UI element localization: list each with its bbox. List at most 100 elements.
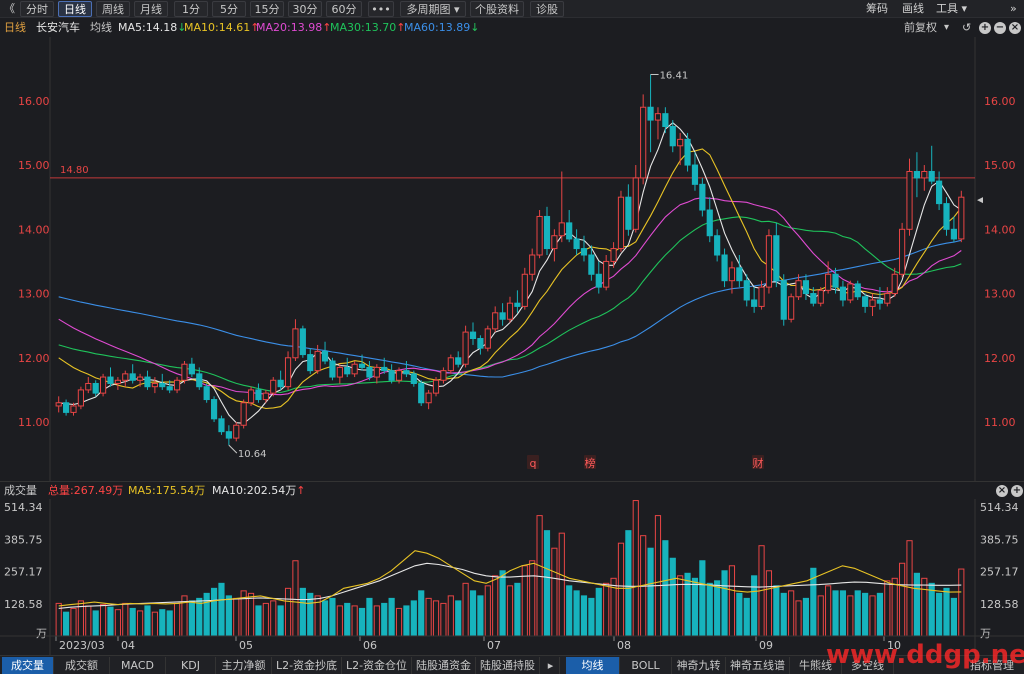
candle-body [817, 289, 824, 304]
zoom-in-icon[interactable]: + [979, 22, 991, 34]
diagnose-button[interactable]: 诊股 [530, 1, 564, 17]
candle-body [958, 196, 965, 240]
zoom-out-icon[interactable]: − [994, 22, 1006, 34]
indicator-manage-button[interactable]: 指标管理 [962, 657, 1022, 674]
volume-bar [247, 592, 255, 637]
period-tab-1min[interactable]: 1分 [174, 1, 208, 17]
volume-bar [573, 590, 580, 637]
volume-bar [418, 590, 425, 637]
event-marker: 财 [753, 456, 764, 470]
event-marker: q [530, 457, 537, 470]
volume-bar [351, 605, 358, 637]
period-tab-30min[interactable]: 30分 [288, 1, 322, 17]
volume-bar [321, 600, 329, 637]
date-label: 07 [487, 639, 501, 652]
chips-button[interactable]: 筹码 [866, 1, 888, 17]
tab-hk-connect-fund[interactable]: 陆股通资金 [412, 657, 476, 674]
candle-body [469, 331, 477, 340]
price-chart[interactable]: 16.00 16.00 15.00 15.00 14.00 14.00 13.00 13.00… [0, 37, 1024, 481]
volume-bar [425, 597, 432, 637]
adjust-dropdown-icon[interactable]: ▾ [944, 19, 949, 37]
volume-tick-left: 385.75 [4, 533, 43, 546]
date-label: 08 [617, 639, 631, 652]
undo-icon[interactable]: ↺ [962, 19, 971, 37]
period-tab-weekly[interactable]: 周线 [96, 1, 130, 17]
period-tab-daily[interactable]: 日线 [58, 1, 92, 17]
more-periods-button[interactable]: ••• [368, 1, 394, 17]
tab-l2-bottom[interactable]: L2-资金抄底 [272, 657, 342, 674]
close-indicator-icon[interactable]: × [1009, 22, 1021, 34]
tab-turnover[interactable]: 成交额 [54, 657, 110, 674]
date-label: 04 [121, 639, 135, 652]
candle-body [506, 302, 514, 320]
draw-line-button[interactable]: 画线 [902, 1, 924, 17]
back-icon[interactable]: 《 [4, 1, 15, 17]
tab-long-short[interactable]: 多空线 [842, 657, 894, 674]
volume-chart[interactable]: 514.34 514.34 385.75 385.75 257.17 257.17 128.… [0, 499, 1024, 655]
ma-type-label[interactable]: 均线 [90, 19, 112, 37]
candle-body [832, 273, 839, 288]
tab-l2-position[interactable]: L2-资金仓位 [342, 657, 412, 674]
volume-bar [691, 577, 699, 637]
tab-five-line[interactable]: 神奇五线谱 [726, 657, 790, 674]
candle-body [107, 376, 114, 384]
volume-bar [455, 600, 462, 637]
collapse-icon[interactable]: » [1010, 1, 1017, 17]
volume-unit-left: 万 [36, 627, 47, 640]
volume-bar [292, 560, 299, 637]
candle-body [795, 280, 802, 298]
volume-bar [906, 540, 913, 637]
candle-body [847, 283, 854, 301]
volume-bar [210, 587, 218, 637]
add-indicator-icon[interactable]: + [1011, 485, 1023, 497]
volume-bar [751, 575, 758, 637]
candle-body [77, 389, 84, 407]
period-tab-5min[interactable]: 5分 [212, 1, 246, 17]
indicator-header: 日线 长安汽车 均线 MA5:14.18↓ MA10:14.61↑ MA20:1… [0, 19, 1024, 37]
volume-bar [440, 602, 447, 637]
candle-body [899, 228, 906, 275]
tools-button[interactable]: 工具 ▾ [936, 1, 967, 17]
tab-boll[interactable]: BOLL [620, 657, 672, 674]
period-tab-monthly[interactable]: 月线 [134, 1, 168, 17]
candle-body [366, 366, 373, 378]
candle-body [55, 402, 62, 407]
volume-bar [373, 605, 380, 637]
low-price-label: 10.64 [238, 449, 267, 460]
candle-body [159, 382, 166, 388]
tab-ma[interactable]: 均线 [566, 657, 620, 674]
volume-bar [706, 582, 713, 637]
tab-nine-turn[interactable]: 神奇九转 [672, 657, 726, 674]
tab-macd[interactable]: MACD [110, 657, 166, 674]
tabs-scroll-right-icon[interactable]: ▸ [542, 657, 560, 674]
tab-hk-connect-hold[interactable]: 陆股通持股 [476, 657, 540, 674]
period-tab-15min[interactable]: 15分 [250, 1, 284, 17]
adjust-label[interactable]: 前复权 [904, 19, 937, 37]
volume-bar [270, 600, 277, 637]
candle-body [203, 386, 210, 401]
candle-body [218, 418, 225, 433]
candle-body [721, 254, 728, 282]
stock-info-button[interactable]: 个股资料 [470, 1, 524, 17]
close-volume-icon[interactable]: × [996, 485, 1008, 497]
tools-label: 工具 [936, 2, 958, 15]
volume-tick-right: 514.34 [980, 501, 1019, 514]
candle-body [802, 280, 810, 295]
tab-volume[interactable]: 成交量 [2, 657, 54, 674]
candle-body [751, 299, 758, 307]
period-tab-fenshi[interactable]: 分时 [20, 1, 54, 17]
volume-bar [469, 590, 477, 637]
candle-body [588, 254, 595, 275]
volume-bar [847, 595, 854, 637]
period-tab-60min[interactable]: 60分 [326, 1, 362, 17]
volume-tick-right: 128.58 [980, 598, 1019, 611]
tab-bull-bear[interactable]: 牛熊线 [790, 657, 842, 674]
candle-body [336, 366, 343, 378]
candle-body [884, 293, 891, 304]
volume-bar [817, 595, 824, 637]
tab-kdj[interactable]: KDJ [166, 657, 216, 674]
tab-main-net[interactable]: 主力净额 [216, 657, 272, 674]
multi-period-dropdown[interactable]: 多周期图 ▾ [400, 1, 466, 17]
volume-bar [388, 597, 395, 637]
candle-body [358, 363, 366, 368]
